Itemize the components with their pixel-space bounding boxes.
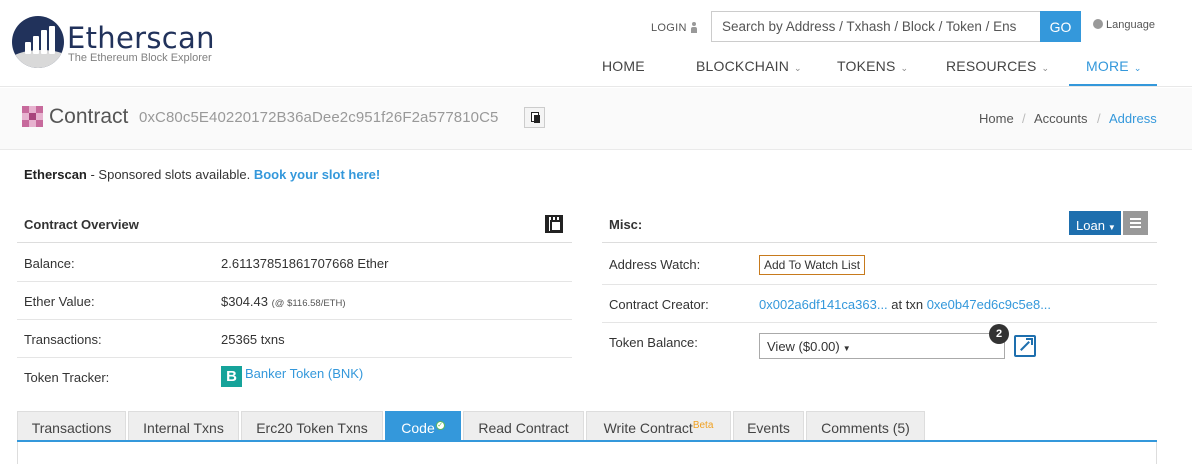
- token-tracker-value: B Banker Token (BNK): [221, 366, 363, 387]
- nav-resources-label: RESOURCES: [946, 58, 1037, 74]
- nav-home-label: HOME: [602, 58, 645, 74]
- sponsor-text: - Sponsored slots available.: [86, 167, 254, 182]
- copy-address-icon[interactable]: [524, 107, 545, 128]
- nav-home[interactable]: HOME: [602, 58, 645, 74]
- loan-label: Loan: [1076, 217, 1105, 233]
- caret-down-icon: ▼: [1107, 222, 1116, 232]
- token-count-badge: 2: [989, 324, 1009, 344]
- token-tracker-label: Token Tracker:: [24, 370, 110, 385]
- address-watch-label: Address Watch:: [609, 257, 701, 272]
- qr-code-icon[interactable]: [545, 215, 563, 233]
- expand-icon[interactable]: [1014, 335, 1036, 357]
- nav-more-label: MORE: [1086, 58, 1129, 74]
- book-slot-link[interactable]: Book your slot here!: [254, 167, 380, 182]
- tab-internal-txns[interactable]: Internal Txns: [128, 411, 239, 441]
- chevron-down-icon: ⌄: [794, 63, 802, 73]
- contract-identicon-icon: [22, 106, 43, 127]
- tab-comments[interactable]: Comments (5): [806, 411, 925, 441]
- user-icon: [690, 22, 698, 33]
- creator-txn-link[interactable]: 0xe0b47ed6c9c5e8...: [927, 297, 1051, 312]
- loan-button[interactable]: Loan ▼: [1069, 211, 1121, 235]
- creator-at-text: at txn: [887, 297, 927, 312]
- page-title-bar: Contract 0xC80c5E40220172B36aDee2c951f26…: [0, 88, 1192, 150]
- token-tracker-link[interactable]: Banker Token (BNK): [245, 366, 363, 381]
- login-link[interactable]: LOGIN: [651, 21, 698, 34]
- transactions-label: Transactions:: [24, 332, 102, 347]
- add-to-watch-list-button[interactable]: Add To Watch List: [759, 255, 866, 275]
- breadcrumb-address: Address: [1109, 111, 1157, 126]
- transactions-value: 25365 txns: [221, 332, 285, 347]
- breadcrumb-home[interactable]: Home: [979, 111, 1014, 126]
- search-go-button[interactable]: GO: [1040, 11, 1081, 42]
- token-balance-dropdown[interactable]: View ($0.00) ▼: [759, 333, 1005, 359]
- language-selector[interactable]: Language: [1093, 19, 1155, 31]
- beta-label: Beta: [692, 420, 714, 431]
- contract-creator-value: 0x002a6df141ca363... at txn 0xe0b47ed6c9…: [759, 297, 1051, 312]
- caret-down-icon: ▼: [842, 344, 851, 353]
- ether-value-amount: $304.43: [221, 294, 268, 309]
- tab-internal-txns-label: Internal Txns: [143, 420, 224, 436]
- divider: [17, 319, 572, 320]
- banker-token-icon: B: [221, 366, 242, 387]
- nav-more[interactable]: MORE ⌄: [1086, 58, 1142, 74]
- brand-name[interactable]: Etherscan: [67, 22, 215, 54]
- list-menu-button[interactable]: [1123, 211, 1148, 235]
- tab-write-contract-label: Write Contract: [603, 420, 693, 436]
- nav-tokens[interactable]: TOKENS ⌄: [837, 58, 908, 74]
- sponsored-banner: Etherscan - Sponsored slots available. B…: [24, 167, 380, 182]
- tab-events[interactable]: Events: [733, 411, 804, 441]
- verified-check-icon: ✓: [435, 421, 445, 430]
- divider: [17, 357, 572, 358]
- ether-value-label: Ether Value:: [24, 294, 95, 309]
- etherscan-logo-icon[interactable]: [12, 16, 64, 68]
- creator-address-link[interactable]: 0x002a6df141ca363...: [759, 297, 888, 312]
- balance-label: Balance:: [24, 256, 75, 271]
- chevron-down-icon: ⌄: [1041, 63, 1050, 73]
- divider: [17, 281, 572, 282]
- overview-heading: Contract Overview: [24, 217, 139, 232]
- nav-blockchain-label: BLOCKCHAIN: [696, 58, 790, 74]
- tab-write-contract[interactable]: Write ContractBeta: [586, 411, 731, 441]
- nav-blockchain[interactable]: BLOCKCHAIN ⌄: [696, 58, 802, 74]
- tab-erc20-label: Erc20 Token Txns: [256, 420, 368, 436]
- chevron-down-icon: ⌄: [1133, 63, 1142, 73]
- tab-code-label: Code: [401, 420, 435, 436]
- divider: [17, 242, 572, 243]
- token-balance-label: Token Balance:: [609, 335, 698, 350]
- tab-events-label: Events: [747, 420, 790, 436]
- tab-transactions[interactable]: Transactions: [17, 411, 126, 441]
- breadcrumb-separator: /: [1022, 111, 1026, 126]
- tab-code[interactable]: Code ✓: [385, 411, 461, 441]
- page-title: Contract: [49, 105, 129, 128]
- misc-heading: Misc:: [609, 217, 643, 232]
- divider: [602, 284, 1157, 285]
- login-label: LOGIN: [651, 22, 687, 34]
- nav-resources[interactable]: RESOURCES ⌄: [946, 58, 1049, 74]
- globe-icon: [1093, 19, 1103, 29]
- tab-read-contract[interactable]: Read Contract: [463, 411, 584, 441]
- ether-price-note: (@ $116.58/ETH): [271, 298, 346, 309]
- nav-active-indicator: [1069, 84, 1157, 86]
- sponsor-brand: Etherscan: [24, 167, 87, 182]
- tab-transactions-label: Transactions: [31, 420, 112, 436]
- balance-value: 2.61137851861707668 Ether: [221, 256, 389, 271]
- contract-address: 0xC80c5E40220172B36aDee2c951f26F2a577810…: [139, 109, 499, 126]
- breadcrumb-separator: /: [1097, 111, 1101, 126]
- divider: [602, 322, 1157, 323]
- tab-erc20-token-txns[interactable]: Erc20 Token Txns: [241, 411, 383, 441]
- token-balance-view: View ($0.00): [767, 339, 840, 354]
- tab-comments-label: Comments (5): [821, 420, 910, 436]
- breadcrumb-accounts[interactable]: Accounts: [1034, 111, 1087, 126]
- language-label: Language: [1106, 19, 1155, 31]
- divider: [602, 242, 1157, 243]
- contract-creator-label: Contract Creator:: [609, 297, 709, 312]
- nav-tokens-label: TOKENS: [837, 58, 896, 74]
- brand-tagline: The Ethereum Block Explorer: [68, 52, 212, 64]
- chevron-down-icon: ⌄: [900, 63, 909, 73]
- site-header: Etherscan The Ethereum Block Explorer LO…: [0, 0, 1192, 87]
- tab-content-area: [17, 442, 1157, 464]
- search-input[interactable]: [711, 11, 1041, 42]
- ether-value: $304.43 (@ $116.58/ETH): [221, 294, 346, 309]
- tab-read-contract-label: Read Contract: [478, 420, 569, 436]
